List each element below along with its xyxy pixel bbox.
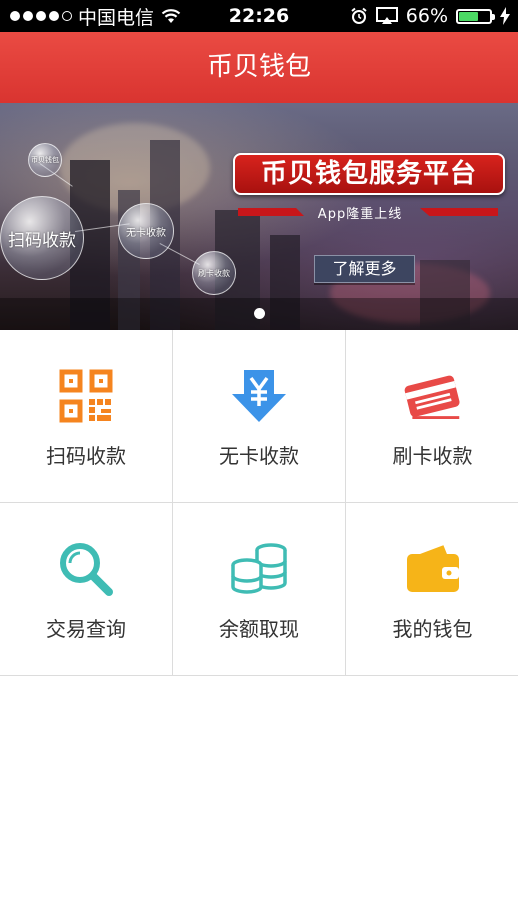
grid-item-label: 刷卡收款 bbox=[392, 444, 473, 468]
magnifier-icon bbox=[56, 539, 116, 599]
qr-code-icon bbox=[56, 366, 116, 426]
wallet-icon bbox=[403, 539, 463, 599]
status-right: 66% bbox=[350, 0, 510, 32]
grid-item-my-wallet[interactable]: 我的钱包 bbox=[346, 503, 518, 676]
grid-item-card-swipe[interactable]: 刷卡收款 bbox=[346, 330, 518, 503]
banner-headline: 币贝钱包服务平台 bbox=[233, 153, 505, 195]
banner-page-indicator[interactable] bbox=[254, 308, 265, 319]
banner-bubble-swipe: 刷卡收款 bbox=[192, 251, 236, 295]
bank-card-icon bbox=[403, 366, 463, 426]
coin-stack-icon bbox=[229, 539, 289, 599]
banner-stripe-left bbox=[238, 208, 304, 216]
promo-banner[interactable]: 币贝钱包 扫码收款 无卡收款 刷卡收款 币贝钱包服务平台 App隆重上线 了解更… bbox=[0, 103, 518, 330]
status-bar: 中国电信 22:26 66% bbox=[0, 0, 518, 32]
grid-item-label: 无卡收款 bbox=[219, 444, 299, 468]
yuan-download-icon bbox=[229, 366, 289, 426]
nav-title: 币贝钱包 bbox=[0, 32, 518, 103]
grid-item-scan-qr[interactable]: 扫码收款 bbox=[0, 330, 173, 503]
grid-item-cardless-payment[interactable]: 无卡收款 bbox=[173, 330, 346, 503]
grid-item-balance-withdraw[interactable]: 余额取现 bbox=[173, 503, 346, 676]
airplay-icon bbox=[375, 7, 398, 24]
alarm-icon bbox=[351, 7, 367, 24]
banner-bubble-secondary: 无卡收款 bbox=[118, 203, 174, 259]
banner-subline: App隆重上线 bbox=[317, 207, 403, 222]
charging-icon bbox=[500, 7, 510, 25]
grid-item-label: 我的钱包 bbox=[392, 617, 473, 641]
banner-bubble-small: 币贝钱包 bbox=[28, 143, 62, 177]
learn-more-button[interactable]: 了解更多 bbox=[314, 255, 415, 283]
grid-item-label: 扫码收款 bbox=[46, 444, 126, 468]
banner-stripe-right bbox=[420, 208, 498, 216]
grid-item-label: 余额取现 bbox=[219, 617, 299, 641]
grid-item-label: 交易查询 bbox=[46, 617, 126, 641]
banner-bubble-main: 扫码收款 bbox=[0, 196, 84, 280]
battery-percent: 66% bbox=[405, 5, 448, 27]
grid-item-transaction-query[interactable]: 交易查询 bbox=[0, 503, 173, 676]
battery-icon bbox=[456, 8, 495, 24]
